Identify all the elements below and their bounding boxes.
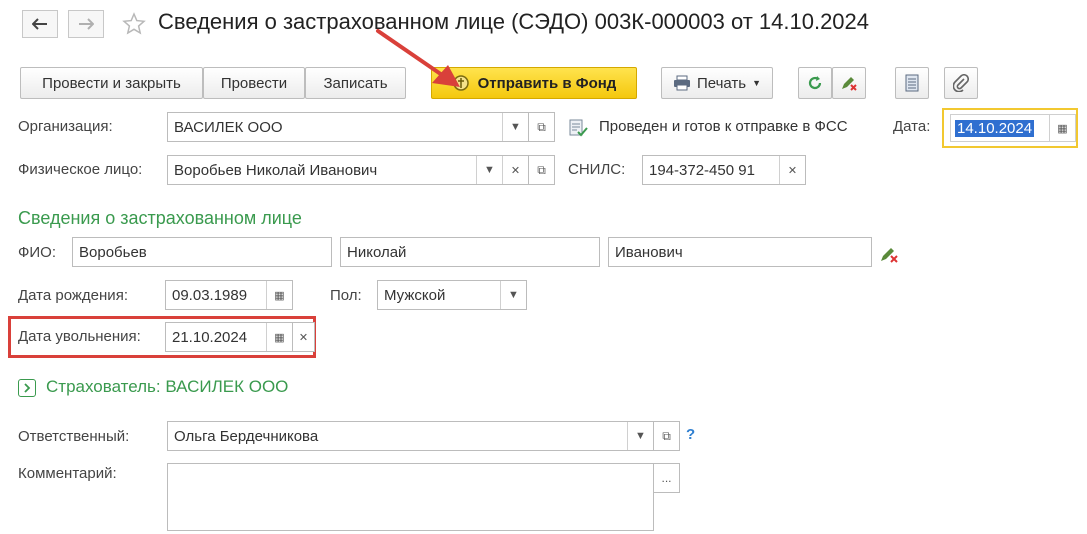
organization-value: ВАСИЛЕК ООО [174, 118, 283, 136]
document-list-button[interactable] [895, 67, 929, 99]
open-form-icon: ⧉ [662, 428, 671, 443]
refresh-icon [808, 76, 822, 90]
first-name-field[interactable]: Николай [340, 237, 600, 267]
responsible-value: Ольга Бердечникова [174, 427, 319, 445]
fio-clear-button[interactable] [879, 244, 899, 268]
post-button[interactable]: Провести [203, 67, 305, 99]
post-and-close-button[interactable]: Провести и закрыть [20, 67, 203, 99]
send-to-fund-label: Отправить в Фонд [477, 74, 617, 92]
comment-textarea[interactable] [167, 463, 654, 531]
responsible-field[interactable]: Ольга Бердечникова ▼ [167, 421, 654, 451]
attachments-button[interactable] [944, 67, 978, 99]
help-icon[interactable]: ? [686, 426, 695, 443]
gender-value: Мужской [384, 286, 446, 304]
first-name-value: Николай [347, 243, 407, 261]
print-button[interactable]: Печать ▼ [661, 67, 773, 99]
calendar-icon[interactable]: ▦ [1049, 115, 1075, 141]
date-label: Дата: [893, 118, 931, 135]
favorite-star-icon[interactable] [122, 12, 146, 40]
dismissal-date-label: Дата увольнения: [18, 328, 141, 345]
refresh-button[interactable] [798, 67, 832, 99]
open-form-icon: ⧉ [537, 162, 546, 177]
chevron-down-icon: ▼ [752, 78, 762, 88]
list-icon [905, 74, 919, 92]
person-clear-button[interactable]: ✕ [502, 156, 528, 184]
middle-name-value: Иванович [615, 243, 683, 261]
pen-clear-icon [881, 248, 898, 263]
print-label: Печать [696, 74, 747, 92]
organization-open-button[interactable]: ⧉ [529, 112, 555, 142]
responsible-label: Ответственный: [18, 428, 130, 445]
arrow-left-icon [32, 18, 47, 30]
printer-icon [673, 75, 690, 91]
open-form-icon: ⧉ [537, 119, 546, 134]
dismissal-date-value: 21.10.2024 [172, 328, 248, 346]
person-dropdown-button[interactable]: ▼ [476, 156, 502, 184]
responsible-open-button[interactable]: ⧉ [654, 421, 680, 451]
snils-value: 194-372-450 91 [649, 161, 755, 179]
organization-label: Организация: [18, 118, 113, 135]
comment-expand-button[interactable]: ... [654, 463, 680, 493]
arrow-right-icon [79, 18, 94, 30]
last-name-value: Воробьев [79, 243, 147, 261]
gender-label: Пол: [330, 287, 362, 304]
pen-clear-icon [842, 77, 857, 91]
date-value: 14.10.2024 [955, 119, 1035, 137]
snils-clear-button[interactable]: ✕ [779, 156, 805, 184]
gender-dropdown-button[interactable]: ▼ [500, 281, 526, 309]
person-open-button[interactable]: ⧉ [529, 155, 555, 185]
last-name-field[interactable]: Воробьев [72, 237, 332, 267]
date-field[interactable]: 14.10.2024 ▦ [942, 108, 1078, 148]
person-label: Физическое лицо: [18, 161, 143, 178]
person-field[interactable]: Воробьев Николай Иванович ▼ ✕ [167, 155, 529, 185]
middle-name-field[interactable]: Иванович [608, 237, 872, 267]
calendar-icon[interactable]: ▦ [266, 281, 292, 309]
comment-label: Комментарий: [18, 465, 117, 482]
annotation-arrow [376, 29, 460, 87]
chevron-right-icon [24, 383, 31, 393]
organization-dropdown-button[interactable]: ▼ [502, 113, 528, 141]
dismissal-date-field[interactable]: 21.10.2024 ▦ [165, 322, 293, 352]
insurer-section-title[interactable]: Страхователь: ВАСИЛЕК ООО [46, 377, 288, 397]
back-button[interactable] [22, 10, 58, 38]
clear-edit-button[interactable] [832, 67, 866, 99]
page-title: Сведения о застрахованном лице (СЭДО) 00… [158, 9, 870, 34]
dismissal-date-clear-button[interactable]: ✕ [293, 322, 315, 352]
snils-field[interactable]: 194-372-450 91 ✕ [642, 155, 806, 185]
organization-field[interactable]: ВАСИЛЕК ООО ▼ [167, 112, 529, 142]
insured-section-title: Сведения о застрахованном лице [18, 208, 302, 228]
forward-button[interactable] [68, 10, 104, 38]
paperclip-icon [953, 74, 969, 92]
snils-label: СНИЛС: [568, 161, 626, 178]
expand-insurer-button[interactable] [18, 379, 36, 397]
birth-date-value: 09.03.1989 [172, 286, 248, 304]
posted-status-icon [568, 118, 588, 142]
responsible-dropdown-button[interactable]: ▼ [627, 422, 653, 450]
posting-status-text: Проведен и готов к отправке в ФСС [599, 118, 848, 135]
birth-date-field[interactable]: 09.03.1989 ▦ [165, 280, 293, 310]
birth-date-label: Дата рождения: [18, 287, 128, 304]
calendar-icon[interactable]: ▦ [266, 323, 292, 351]
fio-label: ФИО: [18, 244, 57, 261]
person-value: Воробьев Николай Иванович [174, 161, 378, 179]
gender-select[interactable]: Мужской ▼ [377, 280, 527, 310]
